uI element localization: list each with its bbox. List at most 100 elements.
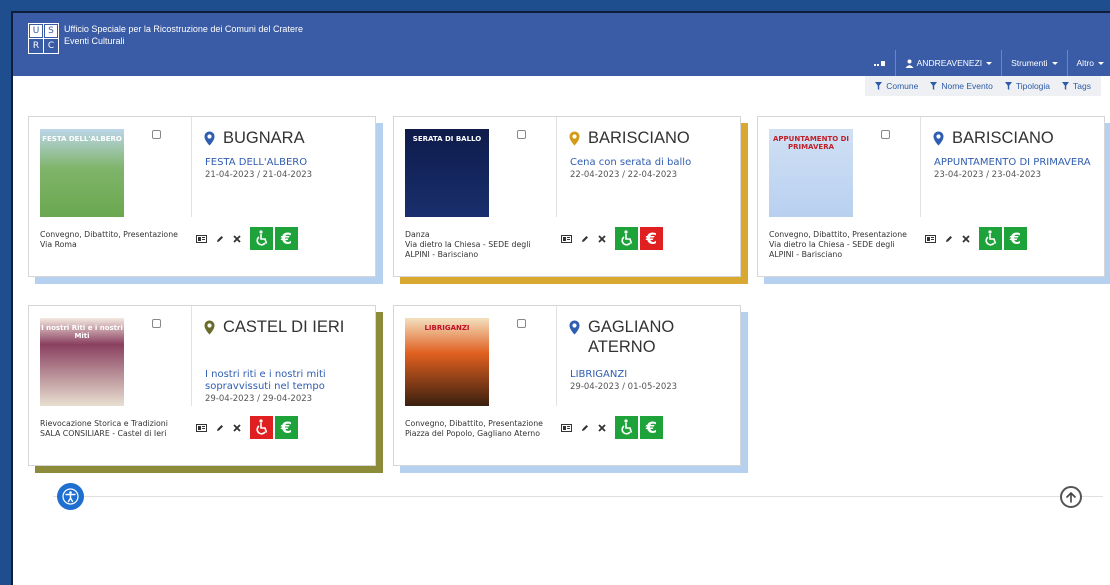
event-title[interactable]: APPUNTAMENTO DI PRIMAVERA — [934, 157, 1099, 169]
edit-icon[interactable] — [945, 235, 953, 243]
filter-label: Comune — [886, 81, 919, 91]
location-name: BARISCIANO — [952, 129, 1054, 147]
event-type: Convegno, Dibattito, Presentazione — [769, 230, 907, 239]
user-icon — [905, 59, 914, 68]
edit-icon[interactable] — [216, 424, 224, 432]
select-checkbox[interactable] — [517, 319, 526, 328]
select-checkbox[interactable] — [517, 130, 526, 139]
event-image[interactable]: I nostri Riti e i nostri Miti — [40, 318, 124, 406]
edit-icon[interactable] — [216, 235, 224, 243]
logo-r: R — [29, 39, 43, 53]
card-divider — [191, 306, 192, 406]
wheelchair-accessible-icon — [250, 227, 273, 250]
user-menu[interactable]: ANDREAVENEZI — [894, 50, 1002, 76]
filter-nome-evento[interactable]: Nome Evento — [924, 81, 999, 91]
event-card[interactable]: SERATA DI BALLO BARISCIANO Cena con sera… — [393, 116, 741, 277]
more-menu[interactable]: Altro — [1066, 50, 1110, 76]
event-dates: 22-04-2023 / 22-04-2023 — [570, 170, 678, 180]
select-checkbox[interactable] — [881, 130, 890, 139]
event-image[interactable]: SERATA DI BALLO — [405, 129, 489, 217]
notifications-button[interactable] — [865, 50, 895, 76]
filter-comune[interactable]: Comune — [869, 81, 924, 91]
usrc-logo[interactable]: U S R C — [28, 23, 59, 54]
event-location: BARISCIANO — [933, 128, 1098, 148]
logo-c: C — [44, 39, 58, 53]
wheelchair-accessible-icon — [250, 416, 273, 439]
map-pin-icon — [569, 131, 580, 146]
delete-icon[interactable] — [233, 234, 241, 243]
card-actions: € — [561, 227, 665, 250]
app-title: Ufficio Speciale per la Ricostruzione de… — [64, 23, 303, 47]
euro-icon: € — [640, 227, 663, 250]
filter-label: Nome Evento — [941, 81, 993, 91]
event-image[interactable]: FESTA DELL'ALBERO — [40, 129, 124, 217]
accessibility-button[interactable] — [57, 483, 84, 510]
filter-label: Tags — [1073, 81, 1091, 91]
tools-menu[interactable]: Strumenti — [1001, 50, 1066, 76]
scroll-top-button[interactable] — [1060, 486, 1082, 508]
event-info: Convegno, Dibattito, Presentazione Piazz… — [405, 419, 550, 439]
event-location: BARISCIANO — [569, 128, 734, 148]
details-icon[interactable] — [196, 234, 207, 243]
event-info: Convegno, Dibattito, Presentazione Via d… — [769, 230, 914, 260]
wheelchair-accessible-icon — [615, 416, 638, 439]
location-name: BARISCIANO — [588, 129, 690, 147]
tools-label: Strumenti — [1011, 58, 1048, 68]
app-title-line2: Eventi Culturali — [64, 36, 125, 46]
chevron-down-icon — [986, 61, 993, 65]
divider — [53, 496, 1103, 497]
event-card[interactable]: APPUNTAMENTO DI PRIMAVERA BARISCIANO APP… — [757, 116, 1105, 277]
details-icon[interactable] — [196, 423, 207, 432]
event-card[interactable]: I nostri Riti e i nostri Miti CASTEL DI … — [28, 305, 376, 466]
event-image[interactable]: LIBRIGANZI — [405, 318, 489, 406]
event-image[interactable]: APPUNTAMENTO DI PRIMAVERA — [769, 129, 853, 217]
app-frame: U S R C Ufficio Speciale per la Ricostru… — [11, 11, 1110, 585]
event-place: Via dietro la Chiesa - SEDE degli — [769, 240, 895, 249]
event-image-caption: LIBRIGANZI — [424, 324, 470, 332]
event-title[interactable]: LIBRIGANZI — [570, 369, 735, 381]
details-icon[interactable] — [925, 234, 936, 243]
event-location: GAGLIANO ATERNO — [569, 317, 734, 357]
card-divider — [556, 306, 557, 406]
select-checkbox[interactable] — [152, 319, 161, 328]
event-dates: 29-04-2023 / 01-05-2023 — [570, 382, 678, 392]
filter-tipologia[interactable]: Tipologia — [999, 81, 1056, 91]
location-name: BUGNARA — [223, 129, 305, 147]
card-divider — [556, 117, 557, 217]
edit-icon[interactable] — [581, 235, 589, 243]
event-place: SALA CONSILIARE - Castel di Ieri — [40, 429, 167, 438]
chevron-down-icon — [1098, 61, 1104, 65]
euro-icon: € — [275, 416, 298, 439]
euro-icon: € — [275, 227, 298, 250]
filter-icon — [875, 82, 883, 90]
card-actions: € — [925, 227, 1029, 250]
details-icon[interactable] — [561, 234, 572, 243]
event-type: Danza — [405, 230, 430, 239]
filter-icon — [930, 82, 938, 90]
edit-icon[interactable] — [581, 424, 589, 432]
event-card[interactable]: LIBRIGANZI GAGLIANO ATERNO LIBRIGANZI 29… — [393, 305, 741, 466]
delete-icon[interactable] — [598, 234, 606, 243]
select-checkbox[interactable] — [152, 130, 161, 139]
filter-bar: Comune Nome Evento Tipologia Tags — [865, 76, 1101, 96]
event-info: Convegno, Dibattito, Presentazione Via R… — [40, 230, 185, 250]
event-location: BUGNARA — [204, 128, 369, 148]
event-card[interactable]: FESTA DELL'ALBERO BUGNARA FESTA DELL'ALB… — [28, 116, 376, 277]
map-pin-icon — [569, 320, 580, 335]
event-title[interactable]: Cena con serata di ballo — [570, 157, 735, 169]
accessibility-icon — [62, 488, 79, 505]
event-title[interactable]: FESTA DELL'ALBERO — [205, 157, 370, 169]
filter-tags[interactable]: Tags — [1056, 81, 1097, 91]
logo-s: S — [44, 24, 58, 38]
map-pin-icon — [204, 131, 215, 146]
event-title[interactable]: I nostri riti e i nostri miti sopravviss… — [205, 369, 370, 393]
event-place-2: ALPINI - Barisciano — [769, 250, 843, 259]
delete-icon[interactable] — [962, 234, 970, 243]
event-location: CASTEL DI IERI — [204, 317, 369, 337]
delete-icon[interactable] — [233, 423, 241, 432]
details-icon[interactable] — [561, 423, 572, 432]
delete-icon[interactable] — [598, 423, 606, 432]
wheelchair-accessible-icon — [615, 227, 638, 250]
user-name: ANDREAVENEZI — [916, 58, 983, 68]
filter-icon — [1062, 82, 1070, 90]
